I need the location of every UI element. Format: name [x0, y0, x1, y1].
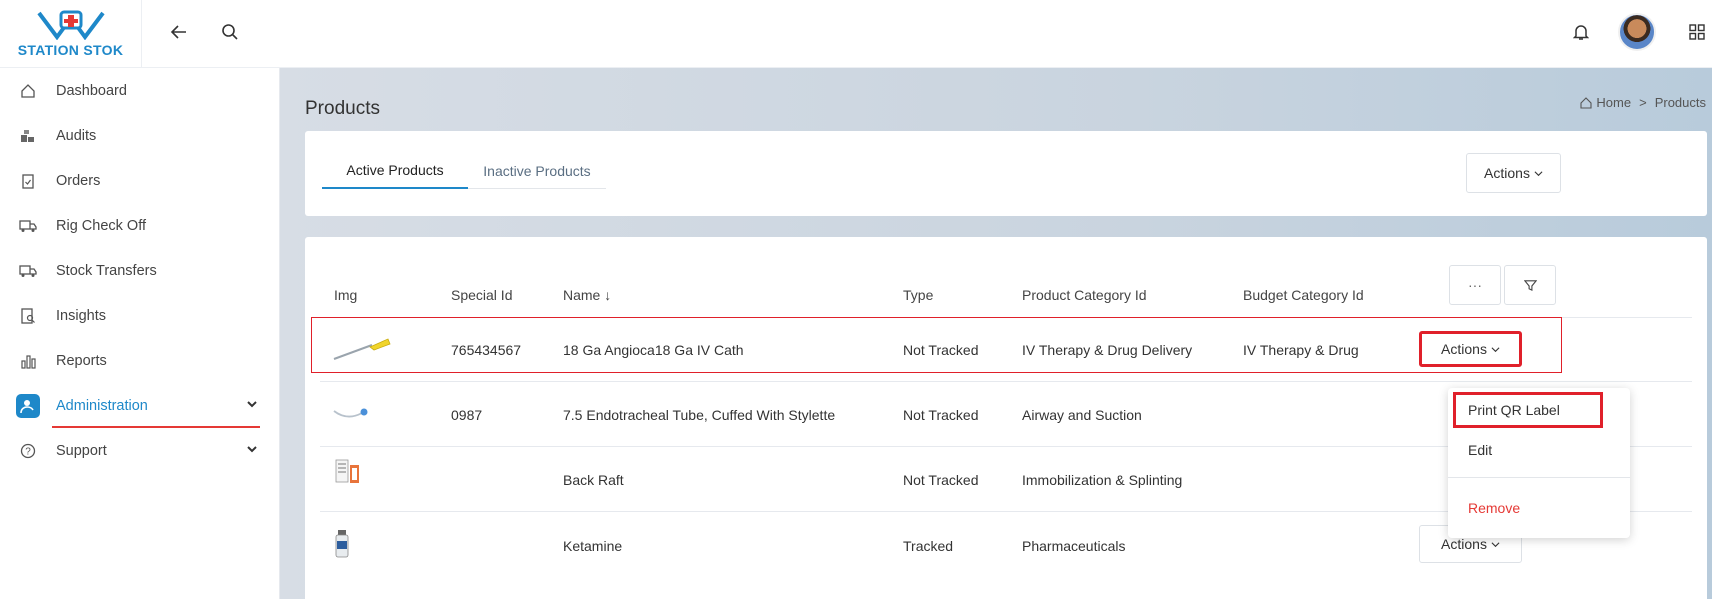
brand-logo[interactable]: STATION STOK [0, 0, 142, 68]
tab-inactive-products[interactable]: Inactive Products [468, 153, 606, 189]
chevron-down-icon[interactable] [246, 443, 258, 455]
page-actions-button[interactable]: Actions [1466, 153, 1561, 193]
col-header-img: Img [334, 287, 358, 303]
sidebar-item-administration[interactable]: Administration [0, 383, 280, 428]
sidebar-item-label: Insights [56, 307, 106, 324]
admin-user-icon [16, 393, 40, 418]
sidebar-item-support[interactable]: ? Support [0, 428, 280, 473]
row-actions-label: Actions [1441, 536, 1487, 552]
brand-name: STATION STOK [17, 41, 124, 58]
sidebar-nav: Dashboard Audits Orders Rig Check Off St… [0, 68, 280, 473]
sidebar-item-label: Orders [56, 172, 101, 189]
cell-name[interactable]: Back Raft [563, 472, 624, 488]
filter-icon [1523, 279, 1537, 291]
menu-item-remove[interactable]: Remove [1468, 500, 1520, 516]
sidebar-item-audits[interactable]: Audits [0, 113, 280, 158]
sidebar-item-rig-check-off[interactable]: Rig Check Off [0, 203, 280, 248]
sidebar-item-insights[interactable]: Insights [0, 293, 280, 338]
cell-name[interactable]: 18 Ga Angioca18 Ga IV Cath [563, 342, 744, 358]
product-image-endotracheal-tube[interactable] [332, 405, 372, 421]
row-actions-dropdown: Print QR Label Edit Remove [1448, 388, 1630, 538]
insights-icon [18, 306, 38, 326]
sidebar-item-label: Reports [56, 352, 107, 369]
truck-transfer-icon [18, 261, 38, 281]
top-bar [142, 0, 1712, 68]
cell-type: Not Tracked [903, 342, 979, 358]
cell-product-category: IV Therapy & Drug Delivery [1022, 342, 1193, 358]
col-header-product-category[interactable]: Product Category Id [1022, 287, 1147, 303]
svg-text:?: ? [25, 446, 31, 457]
tabs-card: Active Products Inactive Products Action… [305, 131, 1707, 216]
truck-icon [18, 216, 38, 236]
product-image-angiocath[interactable] [332, 333, 394, 361]
breadcrumb-current: Products [1654, 95, 1706, 110]
avatar[interactable] [1618, 13, 1656, 51]
menu-item-edit[interactable]: Edit [1468, 442, 1492, 458]
row-actions-button[interactable]: Actions [1419, 331, 1522, 367]
cell-type: Tracked [903, 538, 954, 554]
chevron-down-icon [1534, 170, 1543, 176]
product-image-ketamine[interactable] [334, 529, 350, 559]
sidebar: STATION STOK Dashboard Audits Orders Rig… [0, 0, 280, 599]
cell-name[interactable]: 7.5 Endotracheal Tube, Cuffed With Style… [563, 407, 835, 423]
cell-special-id: 0987 [451, 407, 483, 423]
breadcrumb-home-label: Home [1596, 95, 1632, 110]
sidebar-item-orders[interactable]: Orders [0, 158, 280, 203]
home-icon [18, 81, 38, 101]
col-header-budget-category[interactable]: Budget Category Id [1243, 287, 1364, 303]
sidebar-item-stock-transfers[interactable]: Stock Transfers [0, 248, 280, 293]
cell-type: Not Tracked [903, 407, 979, 423]
menu-divider [1448, 477, 1630, 478]
cell-name[interactable]: Ketamine [563, 538, 622, 554]
sidebar-item-dashboard[interactable]: Dashboard [0, 68, 280, 113]
sidebar-item-label: Administration [56, 397, 148, 414]
page-title: Products [305, 98, 380, 119]
col-header-special-id[interactable]: Special Id [451, 287, 512, 303]
sidebar-item-label: Audits [56, 127, 97, 144]
cell-budget-category: IV Therapy & Drug [1243, 342, 1359, 358]
clipboard-icon [18, 171, 38, 191]
sidebar-item-label: Dashboard [56, 82, 127, 99]
col-header-name[interactable]: Name ↓ [563, 287, 611, 303]
chevron-down-icon [1491, 541, 1500, 547]
more-options-label: ··· [1468, 277, 1482, 293]
more-options-button[interactable]: ··· [1449, 265, 1501, 305]
row-divider [320, 381, 1692, 382]
chevron-down-icon[interactable] [246, 398, 258, 410]
bar-chart-icon [18, 351, 38, 371]
cell-type: Not Tracked [903, 472, 979, 488]
apps-grid-icon[interactable] [1689, 24, 1705, 40]
sidebar-item-label: Stock Transfers [56, 262, 157, 279]
col-header-type[interactable]: Type [903, 287, 933, 303]
sidebar-item-reports[interactable]: Reports [0, 338, 280, 383]
home-icon [1580, 96, 1592, 109]
row-actions-label: Actions [1441, 341, 1487, 357]
page-actions-label: Actions [1484, 165, 1530, 181]
menu-item-print-qr-label[interactable]: Print QR Label [1468, 402, 1560, 418]
cell-product-category: Airway and Suction [1022, 407, 1142, 423]
station-stok-logo-icon [36, 10, 105, 40]
cell-special-id: 765434567 [451, 342, 522, 358]
breadcrumb-separator: > [1639, 95, 1647, 110]
filter-button[interactable] [1504, 265, 1556, 305]
breadcrumb: Home > Products [1580, 95, 1706, 110]
chevron-down-icon [1491, 346, 1500, 352]
sidebar-item-label: Rig Check Off [56, 217, 146, 234]
cell-product-category: Pharmaceuticals [1022, 538, 1126, 554]
question-circle-icon: ? [18, 441, 38, 461]
back-arrow-icon[interactable] [170, 23, 188, 41]
bell-icon[interactable] [1573, 23, 1589, 41]
sidebar-item-label: Support [56, 442, 107, 459]
boxes-icon [18, 126, 38, 146]
tab-active-products[interactable]: Active Products [322, 153, 468, 189]
product-image-back-raft[interactable] [335, 457, 361, 485]
cell-product-category: Immobilization & Splinting [1022, 472, 1183, 488]
breadcrumb-home[interactable]: Home [1580, 95, 1631, 110]
search-icon[interactable] [221, 23, 239, 41]
